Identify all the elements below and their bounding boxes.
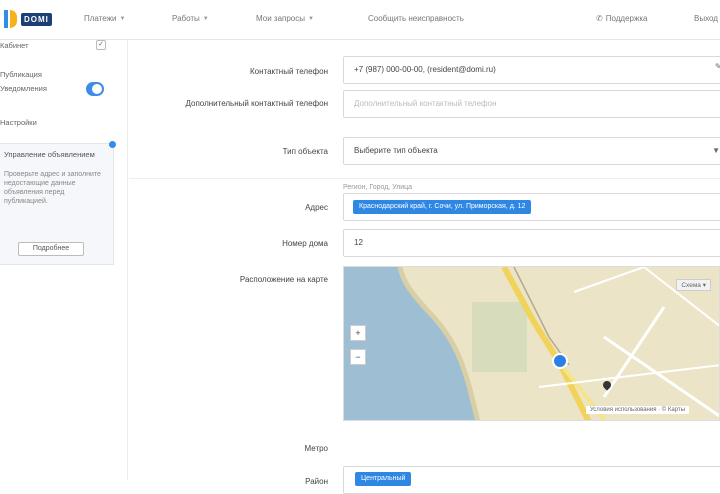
- info-card-button[interactable]: Подробнее: [18, 242, 84, 256]
- street: [573, 267, 645, 293]
- map-canvas: [344, 267, 719, 420]
- phone-field[interactable]: +7 (987) 000-00-00, (resident@domi.ru): [343, 56, 720, 84]
- nav-label: Мои запросы: [256, 14, 305, 23]
- street: [602, 306, 666, 398]
- label-map: Расположение на карте: [239, 275, 328, 284]
- sidebar-item-label: Настройки: [0, 118, 37, 127]
- sidebar-item-cabinet[interactable]: Кабинет ✓: [0, 40, 118, 54]
- map-type-switch[interactable]: Схема ▾: [676, 279, 711, 291]
- info-card: Управление объявлением Проверьте адрес и…: [0, 141, 116, 265]
- nav-requests[interactable]: Мои запросы ▼: [256, 14, 314, 23]
- sidebar-item-settings[interactable]: Настройки: [0, 118, 118, 130]
- sidebar: Кабинет ✓ Публикация Уведомления Настрой…: [0, 40, 128, 480]
- label-district: Район: [305, 477, 328, 486]
- sidebar-item-label: Кабинет: [0, 41, 29, 50]
- chevron-down-icon: ▼: [308, 15, 314, 22]
- publication-toggle[interactable]: [86, 82, 104, 96]
- check-icon[interactable]: ✓: [96, 40, 106, 50]
- support-icon: ✆: [596, 14, 603, 23]
- nav-label: Выход: [694, 14, 718, 23]
- sidebar-item-label: Публикация: [0, 70, 42, 79]
- top-bar: DOMI Платежи ▼ Работы ▼ Мои запросы ▼ Сообщ…: [0, 0, 720, 40]
- map-attribution: Условия использования · © Карты: [585, 406, 689, 414]
- nav-label: Поддержка: [605, 14, 648, 23]
- label-extra-phone: Дополнительный контактный телефон: [185, 99, 329, 108]
- map-type-label: Схема: [681, 282, 701, 289]
- extra-phone-field[interactable]: Дополнительный контактный телефон: [343, 90, 720, 118]
- map-widget[interactable]: + − Схема ▾ Условия использования · © Ка…: [343, 266, 720, 421]
- label-phone: Контактный телефон: [250, 67, 328, 76]
- chevron-down-icon: ▼: [119, 15, 126, 22]
- nav-label: Платежи: [84, 14, 117, 23]
- zoom-in-button[interactable]: +: [350, 325, 366, 341]
- nav-logout[interactable]: Выход: [694, 14, 718, 23]
- sidebar-item-label: Уведомления: [0, 84, 47, 93]
- nav-support[interactable]: ✆ Поддержка: [596, 14, 647, 23]
- info-dot-icon: [109, 141, 116, 148]
- main-form: Контактный телефон +7 (987) 000-00-00, (…: [129, 40, 720, 494]
- info-card-title: Управление объявлением: [4, 150, 95, 159]
- nav-label: Сообщить неисправность: [368, 14, 464, 23]
- label-object-type: Тип объекта: [282, 147, 328, 156]
- label-metro: Метро: [304, 444, 329, 453]
- house-field[interactable]: 12: [343, 229, 720, 257]
- zoom-out-button[interactable]: −: [350, 349, 366, 365]
- logo-icon: [4, 10, 18, 28]
- nav-report[interactable]: Сообщить неисправность: [368, 14, 464, 23]
- district-tag[interactable]: Центральный: [355, 472, 412, 486]
- label-house: Номер дома: [282, 239, 328, 248]
- park-area: [472, 302, 527, 372]
- nav-payments[interactable]: Платежи ▼: [84, 14, 125, 23]
- divider: [129, 178, 720, 179]
- location-pin-icon[interactable]: [552, 353, 568, 369]
- address-hint: Регион, Город, Улица: [343, 184, 413, 191]
- nav-works[interactable]: Работы ▼: [172, 14, 209, 23]
- label-address: Адрес: [305, 203, 328, 212]
- nav-label: Работы: [172, 14, 200, 23]
- object-type-value: Выберите тип объекта: [354, 146, 438, 155]
- logo[interactable]: DOMI: [4, 10, 52, 28]
- info-card-body: Проверьте адрес и заполните недостающие …: [4, 171, 101, 205]
- sidebar-item-publication[interactable]: Публикация Уведомления: [0, 68, 118, 98]
- edit-icon[interactable]: ✎: [715, 62, 720, 71]
- logo-text: DOMI: [21, 12, 52, 26]
- object-type-select[interactable]: Выберите тип объекта ▼: [343, 137, 720, 165]
- chevron-down-icon: ▼: [202, 15, 209, 22]
- address-tag[interactable]: Краснодарский край, г. Сочи, ул. Приморс…: [353, 200, 532, 214]
- chevron-down-icon: ▼: [712, 146, 720, 155]
